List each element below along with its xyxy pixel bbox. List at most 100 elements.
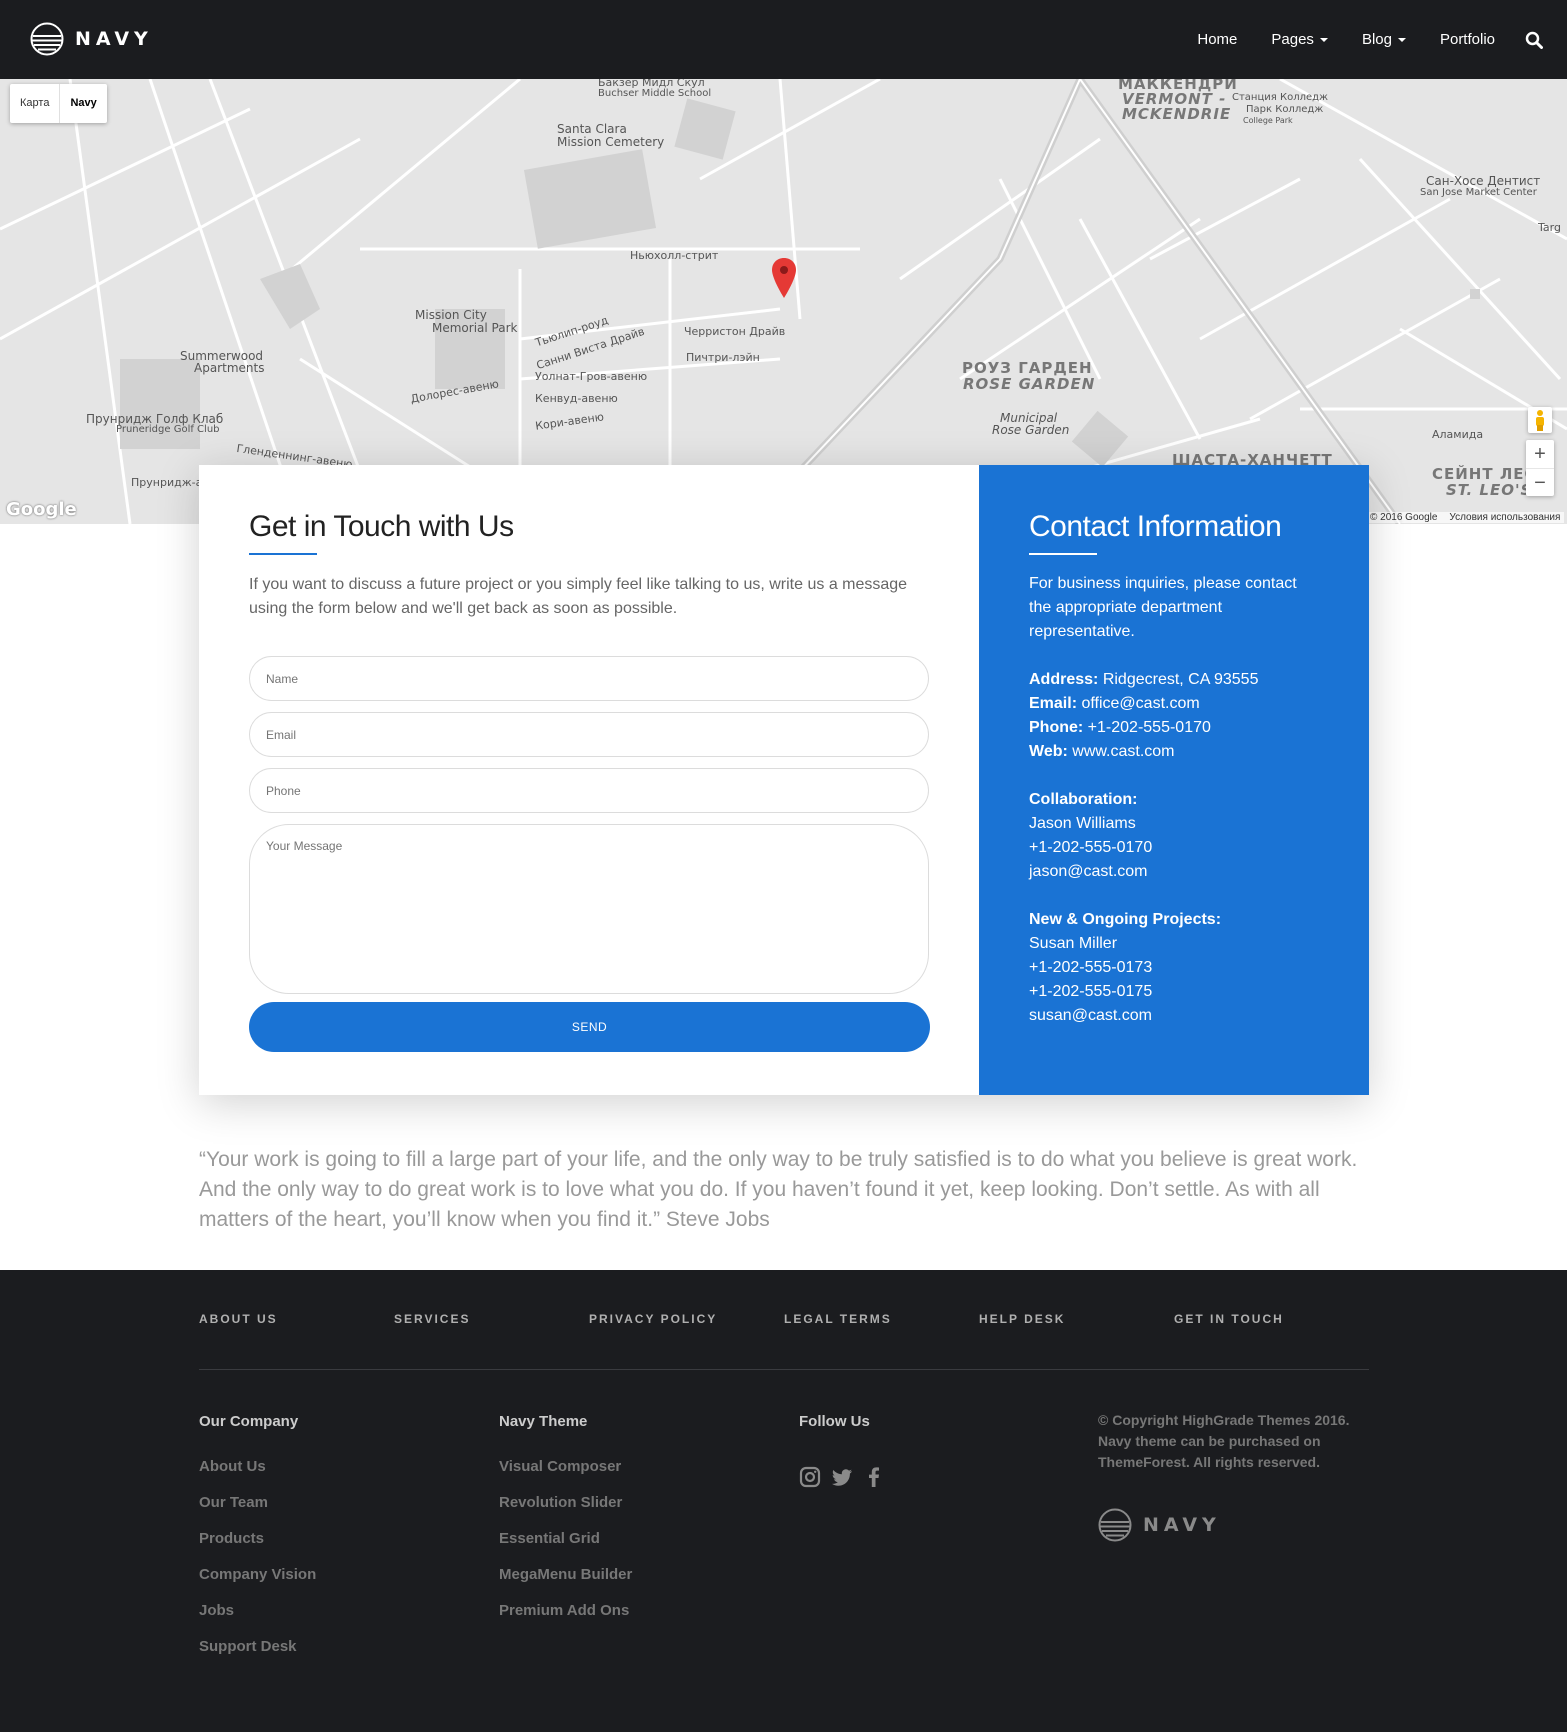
map-label: MCKENDRIE <box>1122 105 1232 123</box>
info-contacts: Address: Ridgecrest, CA 93555 Email: off… <box>1029 668 1319 764</box>
nav-pages[interactable]: Pages <box>1271 31 1328 48</box>
main-nav: Home Pages Blog Portfolio <box>1197 0 1567 79</box>
footer-logo[interactable]: NAVY <box>1098 1508 1221 1542</box>
map-label: Mission Cemetery <box>557 135 665 149</box>
footer-item-megamenu-builder[interactable]: MegaMenu Builder <box>499 1566 632 1602</box>
footer-col-title: Follow Us <box>799 1413 870 1430</box>
address-line: Address: Ridgecrest, CA 93555 <box>1029 668 1319 692</box>
email-value[interactable]: office@cast.com <box>1081 695 1199 712</box>
email-line: Email: office@cast.com <box>1029 692 1319 716</box>
nav-pages-label: Pages <box>1271 31 1314 48</box>
map-label: Аламида <box>1432 428 1484 441</box>
footer-item-products[interactable]: Products <box>199 1530 316 1566</box>
projects-label: New & Ongoing Projects: <box>1029 911 1222 928</box>
map-label: ROSE GARDEN <box>963 375 1096 393</box>
map-label: Memorial Park <box>432 321 518 335</box>
collab-phone: +1-202-555-0170 <box>1029 839 1153 856</box>
name-input[interactable] <box>249 656 929 701</box>
footer-item-essential-grid[interactable]: Essential Grid <box>499 1530 632 1566</box>
nav-home-label: Home <box>1197 31 1238 48</box>
footer-link-get-in-touch[interactable]: GET IN TOUCH <box>1174 1312 1369 1326</box>
map-label: Ньюхолл-стрит <box>630 249 719 262</box>
address-label: Address: <box>1029 671 1099 688</box>
map-label: Targ <box>1538 221 1561 234</box>
google-logo: Google <box>6 499 77 520</box>
address-value: Ridgecrest, CA 93555 <box>1102 671 1259 688</box>
message-textarea[interactable] <box>249 824 929 994</box>
email-input[interactable] <box>249 712 929 757</box>
footer-col-title: Navy Theme <box>499 1413 588 1430</box>
footer-item-revolution-slider[interactable]: Revolution Slider <box>499 1494 632 1530</box>
street-view-pegman-icon[interactable] <box>1528 407 1552 433</box>
footer-item-our-team[interactable]: Our Team <box>199 1494 316 1530</box>
phone-input[interactable] <box>249 768 929 813</box>
nav-portfolio[interactable]: Portfolio <box>1440 31 1495 48</box>
map-label: Rose Garden <box>992 423 1070 437</box>
logo-icon <box>1098 1508 1132 1542</box>
search-icon[interactable] <box>1525 31 1543 49</box>
map-label: Pruneridge Golf Club <box>116 424 220 435</box>
footer-link-legal-terms[interactable]: LEGAL TERMS <box>784 1312 979 1326</box>
footer: ABOUT US SERVICES PRIVACY POLICY LEGAL T… <box>0 1270 1567 1732</box>
quote-text: “Your work is going to fill a large part… <box>199 1148 1358 1231</box>
map-type-map[interactable]: Карта <box>10 84 59 123</box>
web-value[interactable]: www.cast.com <box>1072 743 1174 760</box>
facebook-icon[interactable] <box>863 1466 885 1488</box>
send-button[interactable]: SEND <box>249 1002 930 1052</box>
zoom-controls: + − <box>1526 440 1554 496</box>
social-icons <box>799 1466 895 1488</box>
header-logo[interactable]: NAVY <box>30 22 153 56</box>
footer-item-about-us[interactable]: About Us <box>199 1458 316 1494</box>
twitter-icon[interactable] <box>831 1466 853 1488</box>
email-label: Email: <box>1029 695 1078 712</box>
map-label: Buchser Middle School <box>598 88 712 99</box>
map-label: Mission City <box>415 308 487 322</box>
map-type-navy[interactable]: Navy <box>59 84 106 123</box>
map-label: Станция Колледж <box>1232 92 1329 103</box>
footer-link-help-desk[interactable]: HELP DESK <box>979 1312 1174 1326</box>
footer-item-company-vision[interactable]: Company Vision <box>199 1566 316 1602</box>
contact-form-section: Get in Touch with Us If you want to disc… <box>199 465 979 1095</box>
map-label: College Park <box>1243 116 1293 125</box>
footer-link-privacy-policy[interactable]: PRIVACY POLICY <box>589 1312 784 1326</box>
phone-label: Phone: <box>1029 719 1084 736</box>
nav-home[interactable]: Home <box>1197 31 1237 48</box>
footer-col-company: Our Company About Us Our Team Products C… <box>199 1413 316 1674</box>
footer-link-services[interactable]: SERVICES <box>394 1312 589 1326</box>
map[interactable]: Бакзер Мидл Скул Buchser Middle School S… <box>0 79 1567 524</box>
nav-blog[interactable]: Blog <box>1362 31 1406 48</box>
contact-info-section: Contact Information For business inquiri… <box>979 465 1369 1095</box>
nav-blog-label: Blog <box>1361 31 1392 48</box>
caret-down-icon <box>1319 37 1328 42</box>
collab-email[interactable]: jason@cast.com <box>1029 860 1319 884</box>
zoom-out-button[interactable]: − <box>1526 468 1554 496</box>
instagram-icon[interactable] <box>799 1466 821 1488</box>
footer-col-title: Our Company <box>199 1413 299 1430</box>
form-lead: If you want to discuss a future project … <box>249 576 908 617</box>
map-label: Пичтри-лэйн <box>686 351 760 364</box>
footer-copyright: © Copyright HighGrade Themes 2016. Navy … <box>1098 1412 1350 1470</box>
map-terms-link[interactable]: Условия использования <box>1449 512 1560 523</box>
projects-name: Susan Miller <box>1029 935 1118 952</box>
footer-item-jobs[interactable]: Jobs <box>199 1602 316 1638</box>
projects-block: New & Ongoing Projects: Susan Miller +1-… <box>1029 908 1319 1028</box>
map-label: Черристон Драйв <box>684 325 786 338</box>
phone-line: Phone: +1-202-555-0170 <box>1029 716 1319 740</box>
projects-email[interactable]: susan@cast.com <box>1029 1004 1319 1028</box>
footer-item-support-desk[interactable]: Support Desk <box>199 1638 316 1674</box>
map-copyright-text: © 2016 Google <box>1370 512 1438 523</box>
footer-link-about-us[interactable]: ABOUT US <box>199 1312 394 1326</box>
map-label: ST. LEO'S <box>1446 481 1533 499</box>
map-type-toggle: Карта Navy <box>10 84 107 123</box>
top-navbar: NAVY Home Pages Blog Portfolio <box>0 0 1567 79</box>
footer-item-visual-composer[interactable]: Visual Composer <box>499 1458 632 1494</box>
zoom-in-button[interactable]: + <box>1526 440 1554 468</box>
map-pin-icon[interactable] <box>772 258 796 298</box>
footer-top-links: ABOUT US SERVICES PRIVACY POLICY LEGAL T… <box>199 1312 1369 1326</box>
title-underline <box>1029 553 1097 555</box>
projects-phone-1: +1-202-555-0173 <box>1029 959 1153 976</box>
footer-col-theme: Navy Theme Visual Composer Revolution Sl… <box>499 1413 632 1638</box>
logo-text: NAVY <box>75 28 153 50</box>
footer-item-premium-add-ons[interactable]: Premium Add Ons <box>499 1602 632 1638</box>
map-label: Кенвуд-авеню <box>535 392 618 405</box>
